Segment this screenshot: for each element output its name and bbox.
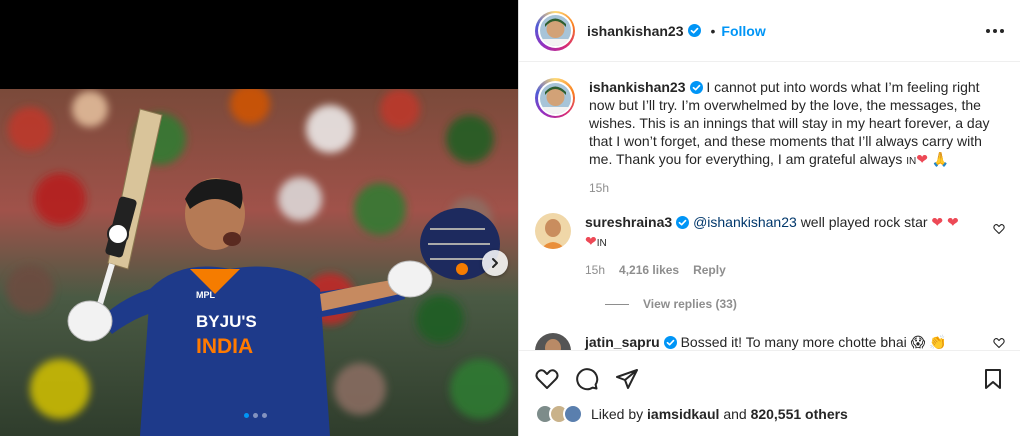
caption-username[interactable]: ishankishan23	[589, 79, 686, 95]
verified-icon	[663, 336, 677, 349]
commenter-avatar[interactable]	[535, 213, 571, 249]
heart-emoji: ❤	[916, 152, 928, 168]
post-header: ishankishan23 • Follow	[519, 0, 1020, 62]
view-replies-label: View replies (33)	[643, 297, 737, 311]
cricketer-celebration-image: BYJU'S INDIA MPL	[0, 89, 518, 436]
comment-like-icon[interactable]	[993, 337, 1005, 349]
avatar-image	[535, 213, 571, 249]
replies-divider	[605, 303, 629, 305]
reply-button[interactable]: Reply	[693, 263, 726, 277]
comment-likes[interactable]: 4,216 likes	[619, 263, 679, 277]
liker-avatars[interactable]	[535, 404, 583, 424]
comment-flag: IN	[596, 238, 607, 249]
caption-avatar[interactable]	[535, 78, 575, 118]
more-options-button[interactable]	[986, 28, 1004, 33]
heart-icon[interactable]	[535, 367, 559, 391]
caption-flag: IN	[906, 156, 917, 167]
liker-avatar	[563, 404, 583, 424]
comment-icon[interactable]	[575, 367, 599, 391]
collar-logo: MPL	[196, 290, 216, 300]
comment-item: sureshraina3 @ishankishan23 well played …	[535, 213, 1005, 277]
separator-bullet: •	[710, 22, 716, 39]
view-replies-button[interactable]: View replies (33)	[605, 297, 1005, 311]
chevron-right-icon	[492, 258, 498, 268]
heart-emoji: ❤	[931, 215, 944, 231]
clapping-hands-emoji: 👏	[929, 335, 947, 350]
liked-by-and: and	[723, 406, 747, 422]
comments-list[interactable]: ishankishan23 I cannot put into words wh…	[519, 62, 1020, 350]
carousel-next-button[interactable]	[482, 250, 508, 276]
caption: ishankishan23 I cannot put into words wh…	[535, 78, 1005, 195]
comment-like-icon[interactable]	[993, 223, 1005, 235]
comment-text: well played rock star	[800, 214, 928, 230]
commenter-avatar[interactable]	[535, 333, 571, 350]
save-icon[interactable]	[981, 367, 1005, 391]
verified-icon	[676, 216, 690, 229]
verified-icon	[689, 81, 703, 94]
verified-icon	[687, 24, 701, 37]
likes-count[interactable]: 820,551 others	[751, 406, 848, 422]
post-sidebar: ishankishan23 • Follow ishankishan23 I c…	[518, 0, 1020, 436]
carousel-indicator	[244, 413, 267, 418]
heart-emoji: ❤	[947, 215, 959, 231]
avatar-image	[539, 82, 571, 114]
author-username[interactable]: ishankishan23	[587, 23, 684, 39]
liked-by-user[interactable]: iamsidkaul	[647, 406, 719, 422]
comment-item: jatin_sapru Bossed it! To many more chot…	[535, 333, 1005, 350]
comment-timestamp[interactable]: 15h	[585, 263, 605, 277]
commenter-username[interactable]: jatin_sapru	[585, 334, 660, 350]
post-photo[interactable]: BYJU'S INDIA MPL	[0, 89, 518, 436]
jersey-brand: BYJU'S	[196, 312, 257, 331]
comment-mention[interactable]: @ishankishan23	[693, 214, 797, 230]
carousel-dot	[253, 413, 258, 418]
carousel-dot	[262, 413, 267, 418]
carousel-dot	[244, 413, 249, 418]
liked-by-label: Liked by	[591, 406, 644, 422]
action-bar: Liked by iamsidkaul and 820,551 others	[519, 350, 1020, 436]
comment-text: Bossed it! To many more chotte bhai	[680, 334, 907, 350]
screaming-face-emoji: 😱	[910, 335, 926, 350]
heart-emoji: ❤	[585, 234, 597, 250]
avatar-image	[539, 15, 571, 46]
follow-button[interactable]: Follow	[721, 23, 765, 39]
more-icon	[986, 28, 990, 33]
commenter-username[interactable]: sureshraina3	[585, 214, 672, 230]
share-icon[interactable]	[615, 367, 639, 391]
caption-timestamp[interactable]: 15h	[589, 181, 609, 195]
likes-summary: Liked by iamsidkaul and 820,551 others	[519, 391, 1020, 424]
post-media[interactable]: BYJU'S INDIA MPL	[0, 0, 518, 436]
avatar-image	[535, 333, 571, 350]
folded-hands-emoji: 🙏	[931, 152, 950, 168]
author-avatar[interactable]	[535, 10, 575, 51]
jersey-country: INDIA	[196, 335, 253, 358]
